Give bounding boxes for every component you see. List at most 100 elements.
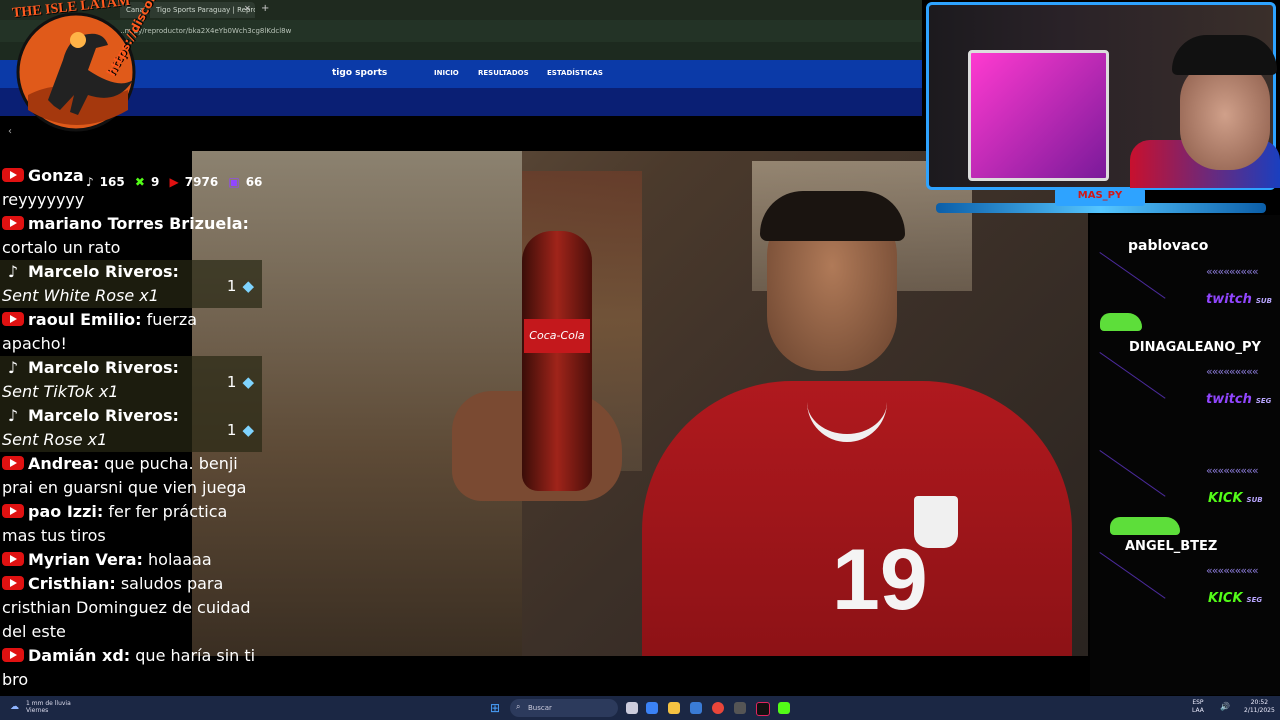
tiktok-icon: ♪ xyxy=(7,262,19,281)
windows-start-icon[interactable]: ⊞ xyxy=(490,701,500,715)
alert-name: DINAGALEANO_PY xyxy=(1129,340,1261,355)
browser-tab-active[interactable]: Tigo Sports Paraguay | Reprodu... xyxy=(150,2,255,18)
youtube-icon xyxy=(2,456,24,470)
chat-message: pao Izzi: fer fer práctica mas tus tiros xyxy=(0,500,262,548)
language-indicator[interactable]: ESP LAA xyxy=(1192,699,1204,715)
chevron-icon: ««««««««« xyxy=(1206,564,1259,577)
volume-icon[interactable]: 🔊 xyxy=(1220,702,1230,711)
diamond-icon: ◆ xyxy=(242,277,254,295)
site-logo[interactable]: tigo sports xyxy=(332,68,387,78)
new-tab-button[interactable]: + xyxy=(261,3,269,14)
alert-name: ANGEL_BTEZ xyxy=(1125,539,1218,554)
copilot-icon[interactable] xyxy=(646,702,658,714)
platform-label: KICK xyxy=(1208,491,1243,506)
gift-count-value: 1 xyxy=(226,421,237,439)
dino-icon xyxy=(1100,313,1142,331)
store-icon[interactable] xyxy=(690,702,702,714)
nav-estadisticas[interactable]: ESTADÍSTICAS xyxy=(547,69,603,77)
weather-day: Viernes xyxy=(26,707,49,714)
chat-message: Gonza reyyyyyyy xyxy=(0,164,262,212)
streamer-cap xyxy=(1172,35,1277,75)
alerts-panel xyxy=(1090,215,1280,695)
task-view-icon[interactable] xyxy=(626,702,638,714)
chat-text: cortalo un rato xyxy=(2,238,121,257)
chat-message: Cristhian: saludos para cristhian Doming… xyxy=(0,572,262,644)
kick-app-icon[interactable] xyxy=(778,702,790,714)
gift-count-value: 1 xyxy=(226,277,237,295)
chat-message: mariano Torres Brizuela: cortalo un rato xyxy=(0,212,262,260)
weather-icon: ☁ xyxy=(10,702,19,712)
taskbar-clock[interactable]: 20:52 2/11/2025 xyxy=(1244,699,1275,715)
taskbar xyxy=(0,696,1280,720)
jersey-number: 19 xyxy=(832,532,928,628)
file-explorer-icon[interactable] xyxy=(668,702,680,714)
streamer-face xyxy=(1180,60,1270,170)
taskbar-search[interactable] xyxy=(510,699,618,717)
twitch-logo: twitch SEG xyxy=(1206,392,1271,407)
alert-name: pablovaco xyxy=(1128,238,1209,254)
nav-inicio[interactable]: INICIO xyxy=(434,69,459,77)
chat-gift-message: ♪ Marcelo Riveros: Sent TikTok x1 1 ◆ xyxy=(0,356,262,404)
tiktok-icon: ♪ xyxy=(7,358,19,377)
chat-message: Damián xd: que haría sin ti bro xyxy=(0,644,262,692)
lang-code: ESP xyxy=(1192,699,1204,706)
chat-text: reyyyyyyy xyxy=(2,190,85,209)
chat-message: Myrian Vera: holaaaa xyxy=(0,548,262,572)
alert-tag: SEG xyxy=(1246,596,1263,604)
obs-icon[interactable] xyxy=(734,702,746,714)
gift-count: 1 ◆ xyxy=(227,274,254,298)
pc-case xyxy=(968,50,1109,181)
alert-tag: SEG xyxy=(1255,397,1272,405)
diamond-icon: ◆ xyxy=(242,373,254,391)
chat-message: Andrea: que pucha. benji prai en guarsni… xyxy=(0,452,262,500)
chat-author: Myrian Vera: xyxy=(28,550,143,569)
bottle-label: Coca-Cola xyxy=(524,319,590,353)
gift-count: 1 ◆ xyxy=(227,370,254,394)
search-icon: ⌕ xyxy=(516,702,521,711)
person-hair xyxy=(760,191,905,241)
gift-count: 1 ◆ xyxy=(227,418,254,442)
kick-logo: KICK SUB xyxy=(1208,491,1263,506)
nav-resultados[interactable]: RESULTADOS xyxy=(478,69,529,77)
lang-layout: LAA xyxy=(1192,707,1204,714)
chevron-icon: ««««««««« xyxy=(1206,265,1259,278)
youtube-icon xyxy=(2,168,24,182)
chat-author: raoul Emilio: xyxy=(28,310,142,329)
youtube-icon xyxy=(2,216,24,230)
chat-author: Marcelo Riveros: xyxy=(28,262,179,281)
chat-author: Cristhian: xyxy=(28,574,116,593)
weather-widget[interactable]: 1 mm de lluvia Viernes xyxy=(26,700,71,714)
chat-text: holaaaa xyxy=(148,550,212,569)
platform-label: twitch xyxy=(1206,392,1252,407)
tiktok-icon: ♪ xyxy=(7,406,19,425)
weather-text: 1 mm de lluvia xyxy=(26,700,71,707)
video-player[interactable]: Coca-Cola 19 xyxy=(192,151,1088,656)
the-isle-logo xyxy=(16,12,136,132)
chat-gift-message: ♪ Marcelo Riveros: Sent White Rose x1 1 ◆ xyxy=(0,260,262,308)
chat-message: raoul Emilio: fuerza apacho! xyxy=(0,308,262,356)
youtube-icon xyxy=(2,504,24,518)
chat-text: Sent White Rose x1 xyxy=(2,286,159,305)
webcam-name: MAS_PY xyxy=(1077,190,1123,201)
chat-text: Sent TikTok x1 xyxy=(2,382,119,401)
chrome-icon[interactable] xyxy=(712,702,724,714)
alert-tag: SUB xyxy=(1246,496,1263,504)
bottle xyxy=(522,231,592,491)
chat-author: pao Izzi: xyxy=(28,502,104,521)
gift-count-value: 1 xyxy=(226,373,237,391)
chat-gift-message: ♪ Marcelo Riveros: Sent Rose x1 1 ◆ xyxy=(0,404,262,452)
clock-time: 20:52 xyxy=(1250,699,1269,706)
close-tab-icon[interactable]: ✕ xyxy=(244,4,251,13)
youtube-icon xyxy=(2,576,24,590)
chevron-icon: ««««««««« xyxy=(1206,464,1259,477)
dino-icon xyxy=(1110,517,1180,535)
chat-text: Sent Rose x1 xyxy=(2,430,108,449)
tab-label: Tigo Sports Paraguay | Reprodu... xyxy=(156,6,255,14)
clock-date: 2/11/2025 xyxy=(1244,707,1275,714)
youtube-icon xyxy=(2,312,24,326)
tiktok-app-icon[interactable] xyxy=(756,702,770,716)
twitch-logo: twitch SUB xyxy=(1206,292,1272,307)
chat-author: mariano Torres Brizuela: xyxy=(28,214,249,233)
chat-author: Andrea: xyxy=(28,454,100,473)
kick-logo: KICK SEG xyxy=(1208,591,1262,606)
